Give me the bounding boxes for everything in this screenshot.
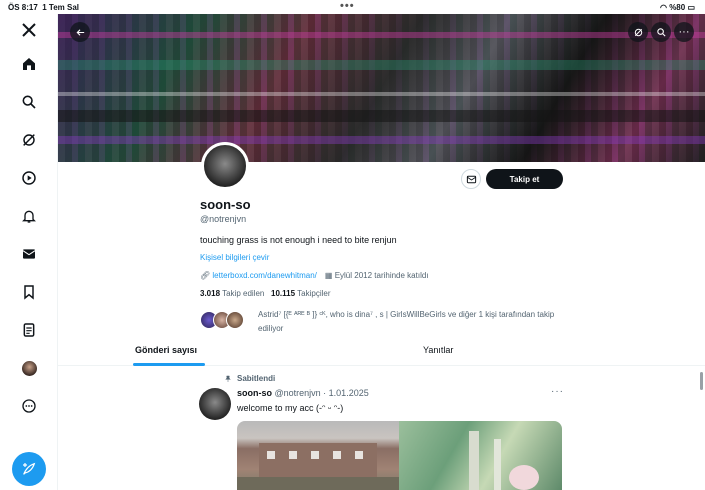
back-arrow-icon	[76, 28, 84, 36]
grok-banner-button[interactable]	[628, 22, 648, 42]
calendar-icon: ▦	[324, 271, 333, 280]
avatar	[21, 360, 37, 376]
followers-link[interactable]: 10.115 Takipçiler	[271, 289, 330, 298]
wifi-icon: ◠	[659, 3, 667, 12]
joined-date: Eylül 2012 tarihinde katıldı	[334, 271, 429, 280]
profile-name: soon-so	[200, 197, 251, 212]
post-media[interactable]	[237, 421, 562, 490]
back-button[interactable]	[70, 22, 90, 42]
compose-button[interactable]	[12, 452, 46, 486]
following-link[interactable]: 3.018 Takip edilen	[200, 289, 264, 298]
tab-posts[interactable]: Gönderi sayısı	[135, 345, 197, 355]
messages-icon[interactable]	[17, 242, 41, 266]
sidebar	[0, 14, 58, 490]
video-icon[interactable]	[17, 166, 41, 190]
message-button[interactable]	[461, 169, 481, 189]
lists-icon[interactable]	[17, 318, 41, 342]
profile-website-link[interactable]: letterboxd.com/danewhitman/	[212, 271, 317, 280]
active-tab-indicator	[133, 363, 205, 366]
search-icon	[656, 27, 666, 37]
status-time: ÖS 8:17	[8, 3, 38, 12]
follow-button[interactable]: Takip et	[486, 169, 563, 189]
post-image[interactable]	[237, 421, 399, 490]
followed-by-text: Astrid⁷ [{ᴱ ᴬᴿᴱ ᴮ ]} ᶜᴷ, who is dina⁷ , …	[258, 310, 555, 333]
follow-counts: 3.018 Takip edilen 10.115 Takipçiler	[200, 289, 330, 298]
tab-replies[interactable]: Yanıtlar	[423, 345, 453, 355]
pinned-post[interactable]: Sabitlendi soon-so @notrenjvn · 1.01.202…	[58, 370, 705, 490]
pin-icon	[225, 375, 231, 382]
profile-banner: ···	[58, 14, 705, 162]
post-image[interactable]	[399, 421, 562, 490]
search-icon[interactable]	[17, 90, 41, 114]
notifications-icon[interactable]	[17, 204, 41, 228]
more-horizontal-icon: ···	[678, 26, 690, 38]
link-icon: 🔗︎	[200, 271, 211, 280]
pinned-label: Sabitlendi	[237, 374, 276, 383]
battery-icon: ▭	[687, 3, 695, 12]
x-logo-icon	[22, 23, 36, 37]
search-banner-button[interactable]	[651, 22, 671, 42]
translate-bio-link[interactable]: Kişisel bilgileri çevir	[200, 253, 269, 262]
follower-avatar	[226, 311, 244, 329]
profile-avatar[interactable]	[201, 142, 249, 190]
home-icon[interactable]	[17, 52, 41, 76]
status-bar: ÖS 8:17 1 Tem Sal ••• ◠ %80 ▭	[0, 0, 705, 14]
post-more-button[interactable]: ···	[551, 386, 564, 397]
profile-meta: 🔗︎ letterboxd.com/danewhitman/ ▦ Eylül 2…	[200, 271, 429, 280]
post-text: welcome to my acc (-ᵔ ᵕ ᵔ-)	[237, 403, 344, 413]
envelope-icon	[466, 175, 476, 183]
x-logo[interactable]	[17, 18, 41, 42]
post-avatar[interactable]	[199, 388, 231, 420]
scrollbar[interactable]	[700, 372, 703, 390]
status-date: 1 Tem Sal	[42, 3, 80, 12]
profile-main: ··· Takip et soon-so @notrenjvn touching…	[58, 14, 705, 490]
post-author[interactable]: soon-so	[237, 388, 272, 398]
profile-handle: @notrenjvn	[200, 214, 247, 224]
post-handle-date: @notrenjvn · 1.01.2025	[274, 388, 369, 398]
grok-icon	[634, 28, 642, 36]
more-options-button[interactable]: ···	[674, 22, 694, 42]
compose-icon	[23, 462, 36, 475]
profile-tabs: Gönderi sayısı Yanıtlar	[58, 337, 705, 366]
bookmarks-icon[interactable]	[17, 280, 41, 304]
profile-bio: touching grass is not enough i need to b…	[200, 235, 397, 245]
multitask-dots-icon[interactable]: •••	[340, 0, 355, 12]
grok-icon[interactable]	[17, 128, 41, 152]
profile-avatar-icon[interactable]	[17, 356, 41, 380]
battery-percent: %80	[669, 3, 686, 12]
more-icon[interactable]	[17, 394, 41, 418]
